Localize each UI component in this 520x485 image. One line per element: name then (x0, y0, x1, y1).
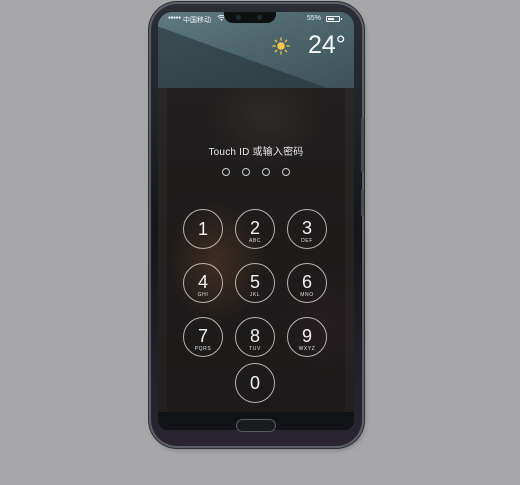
volume-button (361, 190, 364, 216)
power-button (361, 118, 364, 172)
key-1[interactable]: 1 (183, 209, 223, 249)
passcode-dots (220, 168, 295, 177)
passcode-dot (262, 168, 270, 176)
passcode-dot (282, 168, 290, 176)
key-8[interactable]: 8 TUV (235, 317, 275, 357)
signal-icon: ●●●●● (168, 15, 181, 21)
sun-icon (272, 37, 290, 55)
key-6[interactable]: 6 MNO (287, 263, 327, 303)
carrier-label: 中国移动 (183, 17, 211, 24)
key-5[interactable]: 5 JKL (235, 263, 275, 303)
passcode-prompt: Touch ID 或输入密码 (208, 147, 304, 158)
key-7[interactable]: 7 PQRS (183, 317, 223, 357)
key-3[interactable]: 3 DEF (287, 209, 327, 249)
battery-icon (326, 16, 342, 22)
temperature: 24° (308, 31, 346, 59)
home-button[interactable] (236, 419, 276, 432)
key-0[interactable]: 0 (235, 363, 275, 403)
battery-percent: 55% (307, 15, 322, 22)
camera-notch (224, 12, 276, 23)
key-2[interactable]: 2 ABC (235, 209, 275, 249)
key-9[interactable]: 9 WXYZ (287, 317, 327, 357)
front-camera-icon (257, 15, 262, 20)
passcode-dot (222, 168, 230, 176)
passcode-dot (242, 168, 250, 176)
front-camera-icon (236, 15, 241, 20)
phone-screen: 24° ●●●●● 中国移动 55% Touch ID 或输入密码 1 2 AB… (158, 12, 354, 430)
key-4[interactable]: 4 GHI (183, 263, 223, 303)
